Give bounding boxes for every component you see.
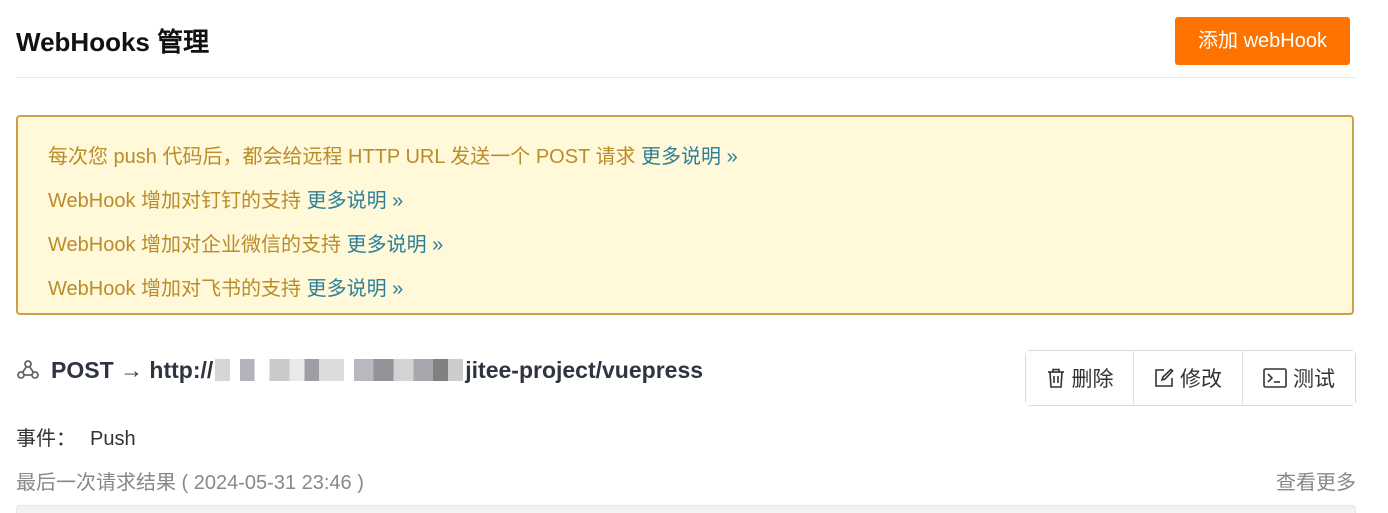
page-header: WebHooks 管理 添加 webHook [16,0,1356,78]
events-label: 事件： [16,428,76,450]
webhook-icon [16,358,40,382]
events-value: Push [90,428,136,450]
delete-button[interactable]: 删除 [1026,351,1134,405]
add-webhook-button[interactable]: 添加 webHook [1175,17,1350,65]
more-info-link[interactable]: 更多说明 » [307,278,404,300]
notice-line: WebHook 增加对飞书的支持 更多说明 » [48,267,1352,311]
notice-line: WebHook 增加对钉钉的支持 更多说明 » [48,179,1352,223]
webhook-title: POST → http:// jitee-project/vuepress [16,350,703,390]
notice-text: WebHook 增加对企业微信的支持 [48,234,347,256]
notice-text: WebHook 增加对飞书的支持 [48,278,307,300]
test-label: 测试 [1293,368,1335,391]
terminal-icon [1263,368,1287,388]
test-button[interactable]: 测试 [1243,351,1355,405]
notice-box: 每次您 push 代码后，都会给远程 HTTP URL 发送一个 POST 请求… [16,115,1354,315]
notice-line: 每次您 push 代码后，都会给远程 HTTP URL 发送一个 POST 请求… [48,135,1352,179]
webhook-actions: 删除 修改 测试 [1025,350,1356,406]
webhook-url: POST → http:// jitee-project/vuepress [51,357,703,384]
redacted-url-segment [215,359,464,381]
notice-line: WebHook 增加对企业微信的支持 更多说明 » [48,223,1352,267]
webhook-method: POST → http:// [51,356,214,383]
webhook-events: 事件： Push [16,422,136,451]
delete-label: 删除 [1071,368,1114,391]
request-log-box [16,505,1356,513]
edit-icon [1154,368,1174,388]
notice-text: WebHook 增加对钉钉的支持 [48,190,307,212]
page-title: WebHooks 管理 [16,27,210,57]
notice-text: 每次您 push 代码后，都会给远程 HTTP URL 发送一个 POST 请求 [48,146,642,168]
last-request-info: 最后一次请求结果 ( 2024-05-31 23:46 ) [16,472,364,494]
view-more-link[interactable]: 查看更多 [1276,466,1356,495]
more-info-link[interactable]: 更多说明 » [641,146,738,168]
more-info-link[interactable]: 更多说明 » [347,234,444,256]
edit-label: 修改 [1180,368,1222,391]
webhook-url-suffix: jitee-project/vuepress [465,356,704,383]
more-info-link[interactable]: 更多说明 » [307,190,404,212]
edit-button[interactable]: 修改 [1134,351,1243,405]
trash-icon [1046,367,1066,389]
